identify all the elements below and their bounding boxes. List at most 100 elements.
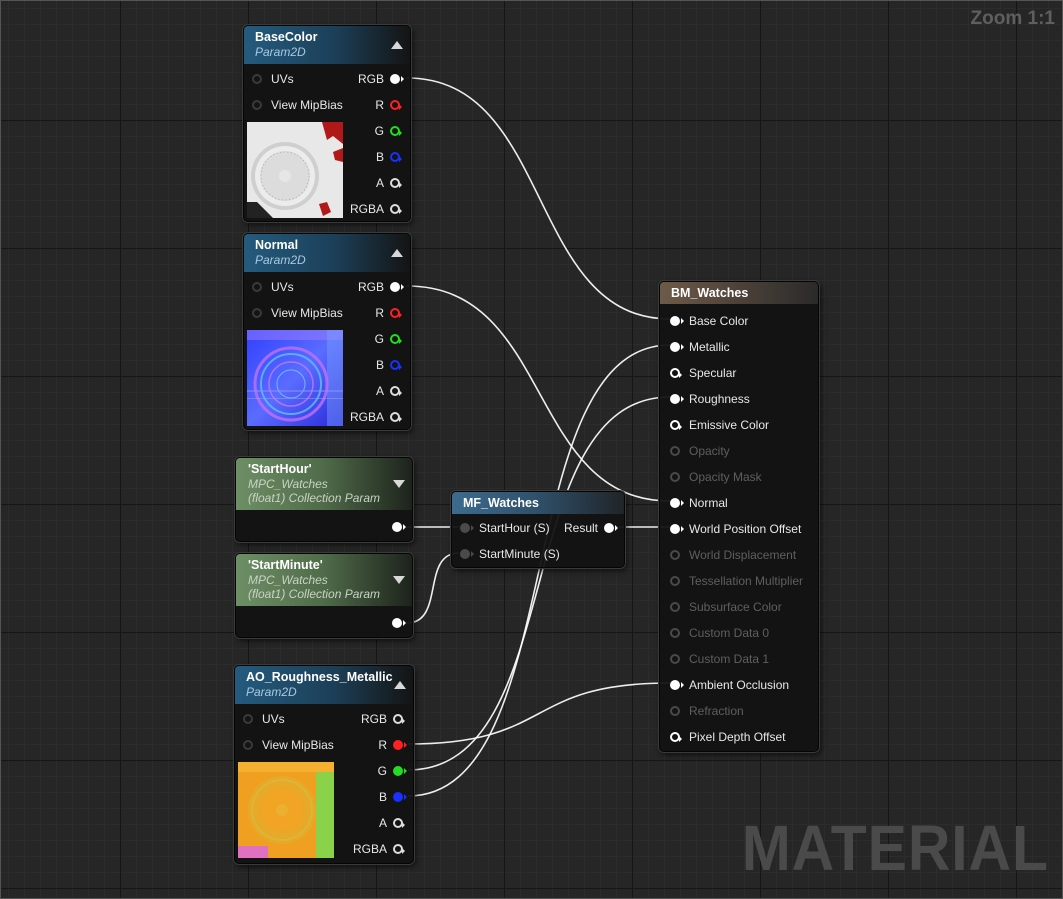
material-input-pin[interactable] — [670, 498, 684, 508]
material-input-label: Ambient Occlusion — [689, 678, 790, 692]
output-pin-b[interactable] — [390, 360, 402, 370]
input-pin-starthour[interactable] — [460, 523, 474, 533]
output-pin-r[interactable] — [390, 308, 402, 318]
node-basecolor[interactable]: BaseColor Param2D UVs View MipBias RGB R… — [243, 25, 411, 222]
output-pin-rgba[interactable] — [393, 844, 405, 854]
material-input-label: Emissive Color — [689, 418, 770, 432]
node-header[interactable]: Normal Param2D — [244, 234, 410, 272]
node-header[interactable]: BM_Watches — [660, 282, 818, 304]
input-label: View MipBias — [271, 98, 343, 112]
node-ao-roughness-metallic[interactable]: AO_Roughness_Metallic Param2D UVs View M… — [234, 665, 414, 864]
output-label: RGB — [357, 72, 384, 86]
output-pin-result[interactable] — [604, 523, 618, 533]
collapse-arrow-icon[interactable] — [394, 681, 406, 689]
material-input-label: Opacity — [689, 444, 730, 458]
node-header[interactable]: BaseColor Param2D — [244, 26, 410, 64]
node-startminute-collection-param[interactable]: 'StartMinute' MPC_Watches (float1) Colle… — [235, 553, 413, 638]
node-bm-watches-material[interactable]: BM_Watches Base Color Metallic Specular Rou… — [659, 281, 819, 752]
output-label: RGBA — [349, 202, 384, 216]
output-pin-r[interactable] — [390, 100, 402, 110]
material-input-pin[interactable] — [670, 732, 682, 742]
output-pin-value[interactable] — [392, 618, 406, 628]
output-label: R — [375, 306, 384, 320]
input-pin-uvs[interactable] — [252, 74, 262, 84]
node-starthour-collection-param[interactable]: 'StartHour' MPC_Watches (float1) Collect… — [235, 457, 413, 542]
node-normal[interactable]: Normal Param2D UVs View MipBias RGB R G … — [243, 233, 411, 430]
material-input-pin[interactable] — [670, 316, 684, 326]
connection-wires — [406, 77, 671, 797]
output-pin-rgb[interactable] — [393, 714, 405, 724]
material-input-label: Refraction — [689, 704, 744, 718]
output-pin-rgba[interactable] — [390, 412, 402, 422]
node-mf-watches-function[interactable]: MF_Watches StartHour (S) StartMinute (S)… — [451, 491, 625, 568]
material-input-label: World Position Offset — [689, 522, 802, 536]
material-input-label: Metallic — [689, 340, 730, 354]
wire-basecolor-rgb-to-base-color — [406, 77, 671, 320]
material-input-pin[interactable] — [670, 628, 680, 638]
material-input-pin[interactable] — [670, 446, 680, 456]
material-input-label: World Displacement — [689, 548, 797, 562]
material-input-pin[interactable] — [670, 368, 682, 378]
material-input-pin[interactable] — [670, 342, 684, 352]
output-label: G — [377, 764, 387, 778]
output-pin-g[interactable] — [390, 126, 402, 136]
material-input-pin[interactable] — [670, 680, 684, 690]
wire-ao-b-to-metallic — [407, 344, 671, 797]
input-label: UVs — [262, 712, 285, 726]
input-pin-uvs[interactable] — [243, 714, 253, 724]
input-pin-startminute[interactable] — [460, 549, 474, 559]
material-input-pin[interactable] — [670, 576, 680, 586]
input-pin-uvs[interactable] — [252, 282, 262, 292]
output-pin-value[interactable] — [392, 522, 406, 532]
material-input-pin[interactable] — [670, 550, 680, 560]
output-pin-r[interactable] — [393, 740, 407, 750]
output-pin-rgb[interactable] — [390, 282, 404, 292]
output-label: G — [374, 332, 384, 346]
material-input-pin[interactable] — [670, 654, 680, 664]
node-collection-name: MPC_Watches — [248, 477, 328, 491]
node-header[interactable]: 'StartMinute' MPC_Watches (float1) Colle… — [236, 554, 412, 606]
zoom-level-label: Zoom 1:1 — [970, 8, 1055, 29]
material-input-label: Custom Data 1 — [689, 652, 770, 666]
input-pin-view-mipbias[interactable] — [252, 100, 262, 110]
output-label: RGB — [357, 280, 384, 294]
material-input-label: Opacity Mask — [689, 470, 762, 484]
material-input-pin[interactable] — [670, 524, 684, 534]
material-input-label: Roughness — [689, 392, 750, 406]
output-pin-rgb[interactable] — [390, 74, 404, 84]
node-title: BM_Watches — [671, 286, 749, 300]
collapse-arrow-icon[interactable] — [393, 576, 405, 584]
node-header[interactable]: MF_Watches — [452, 492, 624, 514]
output-pin-a[interactable] — [390, 178, 402, 188]
node-header[interactable]: 'StartHour' MPC_Watches (float1) Collect… — [236, 458, 412, 510]
material-input-pin[interactable] — [670, 602, 680, 612]
material-graph-canvas[interactable]: Zoom 1:1 MATERIAL BaseColor Param2D UVs … — [0, 0, 1063, 899]
node-header[interactable]: AO_Roughness_Metallic Param2D — [235, 666, 413, 704]
material-input-label: Specular — [689, 366, 737, 380]
material-input-pin[interactable] — [670, 706, 680, 716]
output-pin-a[interactable] — [390, 386, 402, 396]
node-subtitle: Param2D — [255, 253, 306, 267]
output-label: B — [375, 358, 384, 372]
input-pin-view-mipbias[interactable] — [243, 740, 253, 750]
node-title: AO_Roughness_Metallic — [246, 670, 393, 684]
input-label: StartMinute (S) — [479, 547, 560, 561]
material-input-pin[interactable] — [670, 472, 680, 482]
collapse-arrow-icon[interactable] — [391, 41, 403, 49]
output-label: RGB — [360, 712, 387, 726]
output-pin-rgba[interactable] — [390, 204, 402, 214]
material-input-pin[interactable] — [670, 394, 684, 404]
output-pin-b[interactable] — [393, 792, 407, 802]
collapse-arrow-icon[interactable] — [391, 249, 403, 257]
collapse-arrow-icon[interactable] — [393, 480, 405, 488]
input-label: UVs — [271, 280, 294, 294]
input-pin-view-mipbias[interactable] — [252, 308, 262, 318]
output-pin-g[interactable] — [390, 334, 402, 344]
output-pin-b[interactable] — [390, 152, 402, 162]
input-label: UVs — [271, 72, 294, 86]
output-pin-a[interactable] — [393, 818, 405, 828]
material-input-pin[interactable] — [670, 420, 682, 430]
output-label: RGBA — [349, 410, 384, 424]
output-pin-g[interactable] — [393, 766, 407, 776]
node-title: MF_Watches — [463, 496, 539, 510]
